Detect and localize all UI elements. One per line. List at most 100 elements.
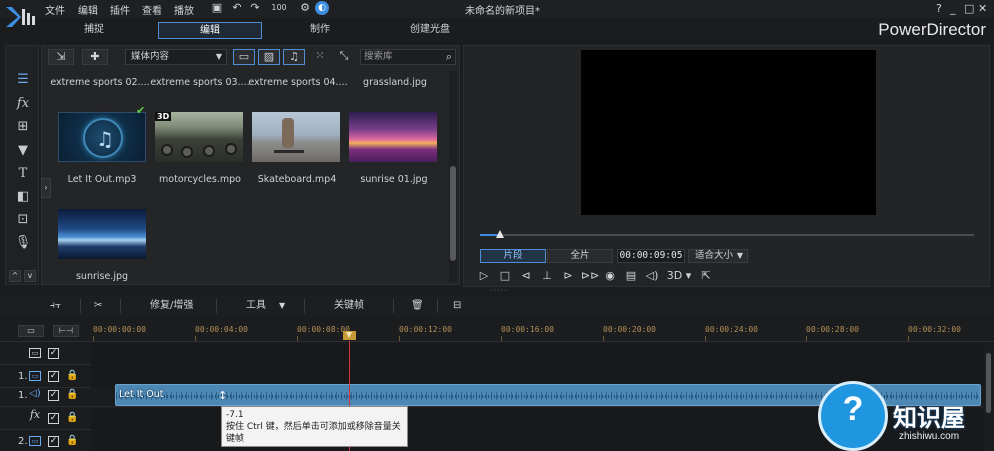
menu-file[interactable]: 文件 xyxy=(45,2,65,17)
lock-icon[interactable]: 🔒 xyxy=(66,435,78,446)
scissors-icon[interactable]: ✂ xyxy=(94,299,102,313)
split-icon[interactable]: ⊥ xyxy=(539,268,555,284)
fast-forward-icon[interactable]: ⊳⊳ xyxy=(581,268,599,284)
transition-room-icon[interactable]: ◧ xyxy=(14,189,32,205)
previous-frame-icon[interactable]: ⊲ xyxy=(518,268,534,284)
menu-view[interactable]: 查看 xyxy=(142,2,162,17)
tab-edit[interactable]: 编辑 xyxy=(158,22,262,39)
library-filter-select[interactable]: 媒体内容 ▼ xyxy=(125,49,227,65)
scrollbar-thumb[interactable] xyxy=(986,353,991,413)
preview-scrubber[interactable] xyxy=(480,230,974,238)
track-enable-checkbox[interactable]: ✓ xyxy=(48,348,59,359)
tab-create-disc[interactable]: 创建光盘 xyxy=(378,22,482,39)
pip-room-icon[interactable]: ⊞ xyxy=(14,119,32,135)
movie-mode-button[interactable]: 全片 xyxy=(547,249,613,263)
media-thumbnail-image[interactable] xyxy=(58,209,146,259)
particle-room-icon[interactable]: ▼ xyxy=(14,143,32,159)
media-label[interactable]: extreme sports 02.... xyxy=(50,77,150,88)
subtitle-icon[interactable]: ▤ xyxy=(623,268,639,284)
in-use-check-icon: ✔ xyxy=(136,104,146,117)
play-icon[interactable]: ▷ xyxy=(476,268,492,284)
master-track-icon[interactable]: ▭ xyxy=(29,348,41,358)
media-thumbnail-image[interactable] xyxy=(349,112,437,162)
media-room-icon[interactable]: ☰ xyxy=(14,72,32,88)
tab-capture[interactable]: 捕捉 xyxy=(42,22,146,39)
menu-playback[interactable]: 播放 xyxy=(174,2,194,17)
expand-panel-arrow-icon[interactable]: › xyxy=(41,178,51,198)
media-label[interactable]: sunrise 01.jpg xyxy=(344,174,444,185)
filter-audio-icon[interactable]: ♫ xyxy=(283,49,305,65)
undo-icon[interactable]: ↶ xyxy=(230,1,244,15)
voiceover-room-icon[interactable]: 🎙 xyxy=(14,235,32,251)
more-functions-icon[interactable]: ⊟ xyxy=(453,299,461,313)
media-thumbnail-video[interactable]: 3D xyxy=(155,112,243,162)
timeline-ruler[interactable]: ▭ ⊢⊣ 00:00:00:00 00:00:04:00 00:00:08:00… xyxy=(0,322,994,342)
minimize-button[interactable]: _ xyxy=(950,2,956,15)
scrubber-handle[interactable] xyxy=(496,230,504,238)
collapse-up-icon[interactable]: ^ xyxy=(9,270,21,282)
scrollbar-thumb[interactable] xyxy=(450,166,456,261)
settings-gear-icon[interactable]: ⚙ xyxy=(298,1,312,15)
library-search-input[interactable]: 搜索库 ⌕ xyxy=(360,49,456,65)
menu-plugins[interactable]: 插件 xyxy=(110,2,130,17)
audio-track-speaker-icon: ◁) xyxy=(29,388,41,399)
media-label[interactable]: Let It Out.mp3 xyxy=(52,174,152,185)
next-frame-icon[interactable]: ⊳ xyxy=(560,268,576,284)
media-label[interactable]: extreme sports 04.... xyxy=(248,77,348,88)
collapse-down-icon[interactable]: v xyxy=(24,270,36,282)
filter-video-icon[interactable]: ▭ xyxy=(233,49,255,65)
storyboard-view-icon[interactable]: ▭ xyxy=(18,325,44,337)
library-scrollbar[interactable] xyxy=(449,70,457,282)
zoom-ratio-select[interactable]: 100 xyxy=(268,1,290,15)
tools-button[interactable]: 工具 xyxy=(246,299,266,313)
track-enable-checkbox[interactable]: ✓ xyxy=(48,436,59,447)
track-enable-checkbox[interactable]: ✓ xyxy=(48,413,59,424)
maximize-button[interactable]: □ xyxy=(964,2,974,15)
track-enable-checkbox[interactable]: ✓ xyxy=(48,371,59,382)
tab-produce[interactable]: 制作 xyxy=(268,22,372,39)
media-label[interactable]: Skateboard.mp4 xyxy=(247,174,347,185)
timeline-scrollbar[interactable] xyxy=(984,343,993,451)
media-label[interactable]: extreme sports 03.... xyxy=(150,77,250,88)
clip-mode-button[interactable]: 片段 xyxy=(480,249,546,263)
track-enable-checkbox[interactable]: ✓ xyxy=(48,390,59,401)
resize-icon[interactable]: ⤡ xyxy=(336,49,352,65)
playhead-handle[interactable] xyxy=(343,331,356,340)
menu-edit[interactable]: 编辑 xyxy=(78,2,98,17)
close-button[interactable]: ✕ xyxy=(978,2,987,15)
view-grid-icon[interactable]: ⁙ xyxy=(312,49,328,65)
track-lane[interactable] xyxy=(91,343,984,365)
split-track-icon[interactable]: ⫞⫟ xyxy=(50,299,61,313)
filter-image-icon[interactable]: ▨ xyxy=(258,49,280,65)
media-label[interactable]: sunrise.jpg xyxy=(52,271,152,282)
stop-icon[interactable]: □ xyxy=(497,268,513,284)
snapshot-camera-icon[interactable]: ◉ xyxy=(602,268,618,284)
repair-enhance-button[interactable]: 修复/增强 xyxy=(150,299,193,313)
3d-mode-button[interactable]: 3D ▾ xyxy=(665,268,693,284)
fit-timeline-icon[interactable]: ⊢⊣ xyxy=(53,325,79,337)
undock-icon[interactable]: ⇱ xyxy=(698,268,714,284)
import-media-icon[interactable]: ⇲ xyxy=(48,49,74,65)
save-icon[interactable]: ▣ xyxy=(210,1,224,15)
audio-mixing-room-icon[interactable]: ⊡ xyxy=(14,212,32,228)
chevron-down-icon[interactable]: ▼ xyxy=(279,299,285,313)
title-room-icon[interactable]: T xyxy=(14,166,32,182)
volume-icon[interactable]: ◁) xyxy=(644,268,660,284)
lock-icon[interactable]: 🔒 xyxy=(66,389,78,400)
media-thumbnail-audio[interactable]: ♫ xyxy=(58,112,146,162)
lock-icon[interactable]: 🔒 xyxy=(66,370,78,381)
media-thumbnail-video[interactable] xyxy=(252,112,340,162)
keyframe-button[interactable]: 关键帧 xyxy=(334,299,364,313)
media-label[interactable]: grassland.jpg xyxy=(345,77,445,88)
effects-room-icon[interactable]: fx xyxy=(14,96,32,112)
media-label[interactable]: motorcycles.mpo xyxy=(150,174,250,185)
lock-icon[interactable]: 🔒 xyxy=(66,412,78,423)
delete-trash-icon[interactable]: 🗑 xyxy=(411,299,424,313)
fit-size-select[interactable]: 适合大小 ▼ xyxy=(688,249,748,263)
plugin-puzzle-icon[interactable]: ✚ xyxy=(82,49,108,65)
panel-resize-grip[interactable]: ····· xyxy=(490,287,507,295)
timecode-display[interactable]: 00:00:09:05 xyxy=(617,249,685,263)
help-button[interactable]: ? xyxy=(936,2,942,15)
redo-icon[interactable]: ↷ xyxy=(248,1,262,15)
account-icon[interactable]: ◐ xyxy=(315,1,329,15)
